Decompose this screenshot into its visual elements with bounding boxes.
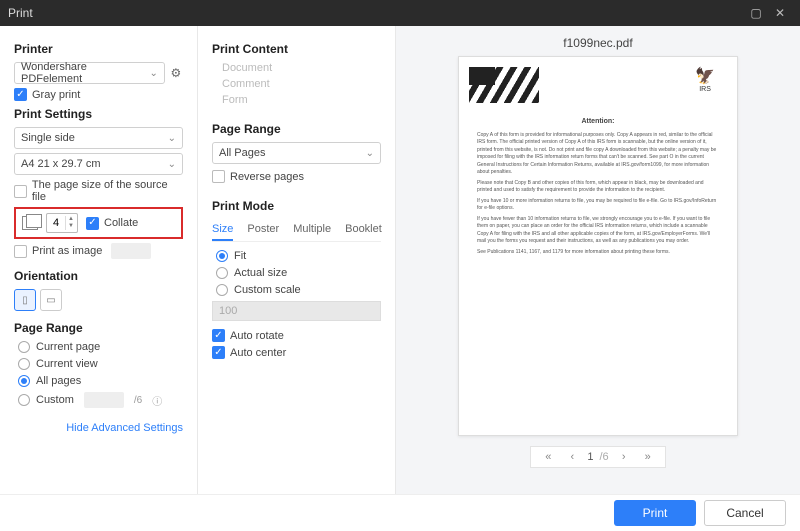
hide-advanced-link[interactable]: Hide Advanced Settings [14, 422, 183, 434]
mid-page-range-heading: Page Range [212, 122, 381, 136]
custom-range-input-disabled [84, 392, 124, 408]
close-icon[interactable]: ✕ [768, 6, 792, 20]
chevron-down-icon: ⌄ [168, 133, 176, 144]
checkbox-unchecked-icon [14, 185, 27, 198]
checkbox-checked-icon: ✓ [14, 88, 27, 101]
preview-text: Please note that Copy B and other copies… [477, 180, 719, 195]
copies-stepper[interactable]: ▲▼ [46, 213, 78, 233]
eagle-icon: 🦅 [695, 69, 715, 85]
cancel-button[interactable]: Cancel [704, 500, 786, 526]
printer-heading: Printer [14, 42, 183, 56]
size-actual-radio[interactable]: Actual size [216, 267, 381, 279]
range-custom-radio[interactable]: Custom /6 ⓘ [18, 392, 183, 408]
checkbox-unchecked-icon [212, 170, 225, 183]
size-fit-radio[interactable]: Fit [216, 250, 381, 262]
preview-attention-heading: Attention: [477, 117, 719, 128]
collate-checkbox[interactable]: ✓ Collate [86, 217, 138, 230]
spin-up-icon[interactable]: ▲ [68, 216, 74, 223]
content-form-option[interactable]: Form [222, 94, 381, 106]
irs-logo: 🦅 IRS [695, 69, 715, 96]
preview-text: If you have fewer than 10 information re… [477, 216, 719, 246]
print-as-image-checkbox[interactable]: Print as image [14, 243, 183, 259]
duplex-select[interactable]: Single side ⌄ [14, 127, 183, 149]
preview-text: Copy A of this form is provided for info… [477, 132, 719, 177]
checkbox-checked-icon: ✓ [212, 346, 225, 359]
printer-select-value: Wondershare PDFelement [21, 61, 149, 85]
pager-next-icon[interactable]: › [615, 451, 633, 463]
pager-current: 1 [587, 451, 593, 463]
chevron-down-icon: ⌄ [168, 159, 176, 170]
orientation-heading: Orientation [14, 269, 183, 283]
dialog-footer: Print Cancel [0, 494, 800, 531]
preview-text: If you have 10 or more information retur… [477, 198, 719, 213]
page-range-heading: Page Range [14, 321, 183, 335]
checkbox-checked-icon: ✓ [212, 329, 225, 342]
gray-print-checkbox[interactable]: ✓ Gray print [14, 88, 183, 101]
printer-settings-gear-icon[interactable]: ⚙ [169, 65, 183, 81]
print-settings-heading: Print Settings [14, 107, 183, 121]
pager-last-icon[interactable]: » [639, 451, 657, 463]
print-mode-tabs: Size Poster Multiple Booklet [212, 219, 381, 242]
maximize-icon[interactable]: ▢ [744, 6, 768, 20]
copies-collate-highlight: ▲▼ ✓ Collate [14, 207, 183, 239]
title-bar: Print ▢ ✕ [0, 0, 800, 26]
mid-range-select[interactable]: All Pages ⌄ [212, 142, 381, 164]
pager-prev-icon[interactable]: ‹ [563, 451, 581, 463]
preview-filename: f1099nec.pdf [563, 26, 632, 56]
preview-pager: « ‹ 1 /6 › » [530, 446, 665, 468]
dialog-title: Print [8, 6, 744, 20]
printer-select[interactable]: Wondershare PDFelement ⌄ [14, 62, 165, 84]
content-comment-option[interactable]: Comment [222, 78, 381, 90]
range-current-page-radio[interactable]: Current page [18, 341, 183, 353]
tab-booklet[interactable]: Booklet [345, 219, 382, 241]
info-icon[interactable]: ⓘ [152, 393, 162, 408]
chevron-down-icon: ⌄ [149, 68, 157, 79]
custom-range-total: /6 [134, 395, 142, 406]
source-size-checkbox[interactable]: The page size of the source file [14, 179, 183, 203]
tab-size[interactable]: Size [212, 219, 233, 241]
auto-center-checkbox[interactable]: ✓ Auto center [212, 346, 381, 359]
chevron-down-icon: ⌄ [366, 148, 374, 159]
auto-rotate-checkbox[interactable]: ✓ Auto rotate [212, 329, 381, 342]
pager-total: /6 [599, 451, 608, 463]
range-current-view-radio[interactable]: Current view [18, 358, 183, 370]
preview-page: 🦅 IRS Attention: Copy A of this form is … [458, 56, 738, 436]
spin-down-icon[interactable]: ▼ [68, 223, 74, 230]
reverse-pages-checkbox[interactable]: Reverse pages [212, 170, 381, 183]
content-document-option[interactable]: Document [222, 62, 381, 74]
print-button[interactable]: Print [614, 500, 696, 526]
tab-multiple[interactable]: Multiple [293, 219, 331, 241]
copies-icon [22, 216, 38, 230]
middle-panel: Print Content Document Comment Form Page… [198, 26, 396, 494]
print-mode-heading: Print Mode [212, 199, 381, 213]
size-custom-scale-radio[interactable]: Custom scale [216, 284, 381, 296]
preview-text: See Publications 1141, 1167, and 1179 fo… [477, 249, 719, 257]
range-all-pages-radio[interactable]: All pages [18, 375, 183, 387]
orientation-portrait-button[interactable]: ▯ [14, 289, 36, 311]
print-as-image-dpi-disabled [111, 243, 151, 259]
paper-size-select[interactable]: A4 21 x 29.7 cm ⌄ [14, 153, 183, 175]
checkbox-checked-icon: ✓ [86, 217, 99, 230]
preview-panel: f1099nec.pdf 🦅 IRS Attention: Copy A of … [396, 26, 800, 494]
tab-poster[interactable]: Poster [247, 219, 279, 241]
copies-input[interactable] [47, 217, 65, 229]
print-content-heading: Print Content [212, 42, 381, 56]
flag-graphic-icon [469, 67, 539, 103]
left-panel: Printer Wondershare PDFelement ⌄ ⚙ ✓ Gra… [0, 26, 198, 494]
orientation-landscape-button[interactable]: ▭ [40, 289, 62, 311]
checkbox-unchecked-icon [14, 245, 27, 258]
custom-scale-input-disabled: 100 [212, 301, 381, 321]
pager-first-icon[interactable]: « [539, 451, 557, 463]
